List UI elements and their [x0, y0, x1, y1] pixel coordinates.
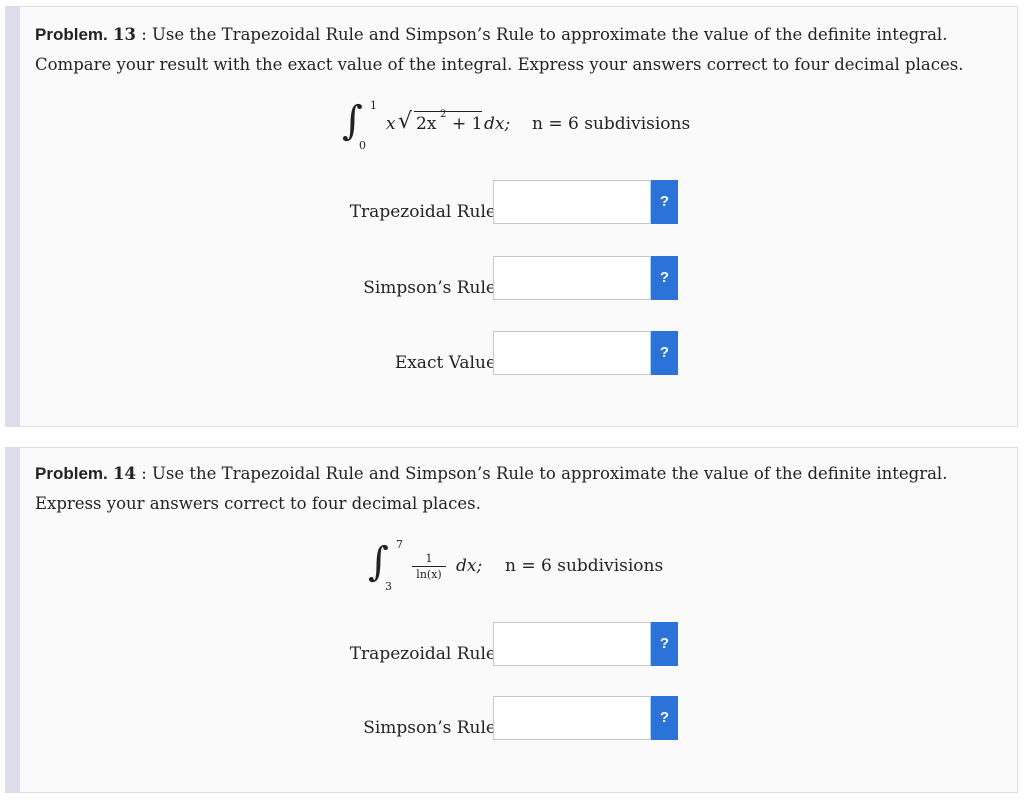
card-stripe — [6, 7, 20, 426]
radicand-term: 2x — [416, 114, 437, 134]
help-button[interactable]: ? — [651, 180, 678, 224]
problem-label: Problem. — [35, 25, 108, 44]
fraction-denominator: ln(x) — [416, 568, 442, 581]
problem-statement: Problem. 14 : Use the Trapezoidal Rule a… — [35, 459, 977, 519]
answer-row-trapezoidal: Trapezoidal Rule ? — [306, 622, 686, 668]
field-label: Simpson’s Rule — [363, 718, 496, 738]
sqrt-bar — [414, 111, 482, 112]
problem-colon: : — [141, 464, 147, 483]
radicand-constant: + 1 — [452, 114, 483, 134]
problem-text: Use the Trapezoidal Rule and Simpson’s R… — [35, 25, 964, 74]
lower-limit: 0 — [359, 139, 366, 152]
problem-number: 13 — [113, 25, 136, 44]
problem-number: 14 — [113, 464, 136, 483]
problem-colon: : — [141, 25, 147, 44]
problem-14-card: Problem. 14 : Use the Trapezoidal Rule a… — [5, 447, 1018, 793]
help-button[interactable]: ? — [651, 696, 678, 740]
simpson-input[interactable] — [493, 696, 651, 740]
answer-row-simpson: Simpson’s Rule ? — [306, 256, 686, 302]
radicand-exponent: 2 — [440, 109, 447, 120]
upper-limit: 7 — [396, 538, 403, 551]
answer-row-simpson: Simpson’s Rule ? — [306, 696, 686, 742]
integral-expression: ∫ 1 0 x √ 2x 2 + 1 dx; n = 6 subdivision… — [342, 98, 702, 152]
help-button[interactable]: ? — [651, 256, 678, 300]
trapezoidal-input[interactable] — [493, 622, 651, 666]
subdivisions-text: n = 6 subdivisions — [532, 114, 691, 134]
fraction-bar — [412, 566, 446, 567]
simpson-input[interactable] — [493, 256, 651, 300]
answer-row-trapezoidal: Trapezoidal Rule ? — [306, 180, 686, 226]
integral-sign: ∫ — [342, 98, 363, 144]
lower-limit: 3 — [385, 580, 392, 593]
integrand-fraction: 1 ln(x) — [412, 552, 446, 581]
integral-expression: ∫ 7 3 1 ln(x) dx; n = 6 subdivisions — [368, 538, 688, 593]
upper-limit: 1 — [370, 99, 377, 112]
integral-sign: ∫ — [368, 539, 389, 585]
differential: dx; — [456, 556, 483, 576]
problem-13-card: Problem. 13 : Use the Trapezoidal Rule a… — [5, 6, 1018, 427]
trapezoidal-input[interactable] — [493, 180, 651, 224]
differential: dx; — [484, 114, 511, 134]
problem-label: Problem. — [35, 464, 108, 483]
field-label: Trapezoidal Rule — [349, 644, 496, 664]
fraction-numerator: 1 — [425, 552, 433, 565]
help-button[interactable]: ? — [651, 331, 678, 375]
problem-statement: Problem. 13 : Use the Trapezoidal Rule a… — [35, 20, 977, 80]
card-stripe — [6, 448, 20, 792]
subdivisions-text: n = 6 subdivisions — [505, 556, 664, 576]
field-label: Simpson’s Rule — [363, 278, 496, 298]
help-button[interactable]: ? — [651, 622, 678, 666]
field-label: Exact Value — [394, 353, 496, 373]
answer-row-exact: Exact Value ? — [306, 331, 686, 377]
problem-text: Use the Trapezoidal Rule and Simpson’s R… — [35, 464, 948, 513]
sqrt-sign: √ — [398, 109, 413, 134]
exact-value-input[interactable] — [493, 331, 651, 375]
integrand-x: x — [386, 114, 396, 134]
field-label: Trapezoidal Rule — [349, 202, 496, 222]
